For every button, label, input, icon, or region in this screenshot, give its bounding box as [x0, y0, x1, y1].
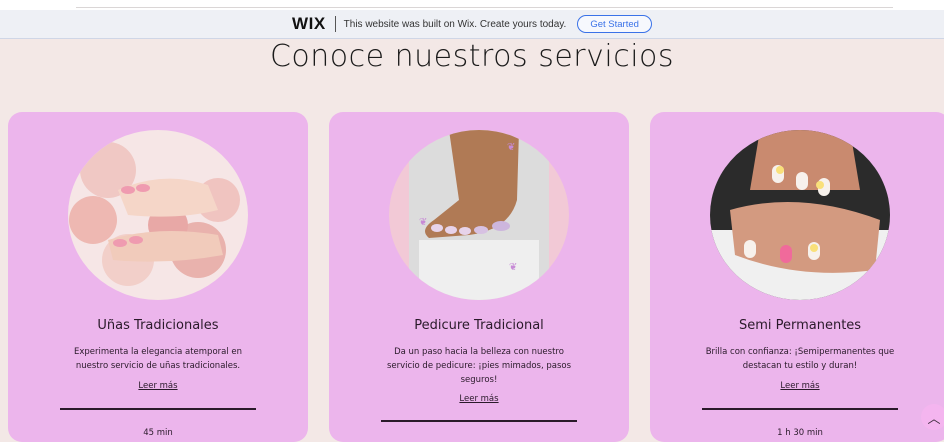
card-divider: [60, 408, 256, 410]
pedicure-photo: ❦ ❦ ❦: [389, 130, 569, 300]
svg-text:❦: ❦: [507, 142, 515, 153]
service-photo: [68, 130, 248, 300]
browser-top-strip: [0, 0, 944, 10]
service-duration: 45 min: [143, 428, 173, 438]
wix-banner-message: This website was built on Wix. Create yo…: [343, 18, 567, 30]
service-title: Semi Permanentes: [738, 318, 862, 333]
service-card-semi-permanentes: Semi Permanentes Brilla con confianza: ¡…: [650, 112, 944, 442]
chevron-up-icon[interactable]: ︿: [921, 404, 944, 430]
nail-art-photo: [710, 130, 890, 300]
wix-divider: [334, 16, 336, 32]
read-more-link[interactable]: Leer más: [329, 394, 629, 404]
card-divider: [381, 420, 577, 422]
read-more-link[interactable]: Leer más: [650, 381, 944, 391]
service-description: Brilla con confianza: ¡Semipermanentes q…: [705, 347, 895, 371]
service-card-pedicure-tradicional: ❦ ❦ ❦ Pedicure Tradicional Da un paso ha…: [329, 112, 629, 442]
card-divider: [702, 408, 898, 410]
section-title: Conoce nuestros servicios: [269, 39, 675, 74]
service-title: Uñas Tradicionales: [97, 318, 219, 333]
read-more-link[interactable]: Leer más: [8, 381, 308, 391]
roses-hands-photo: [68, 130, 248, 300]
service-title: Pedicure Tradicional: [414, 318, 544, 333]
svg-text:❦: ❦: [419, 217, 427, 228]
service-photo: ❦ ❦ ❦: [389, 130, 569, 300]
service-duration: 1 h 30 min: [777, 428, 823, 438]
top-strip-inner: [76, 0, 893, 8]
service-description: Da un paso hacia la belleza con nuestro …: [386, 347, 572, 385]
svg-text:❦: ❦: [509, 262, 517, 273]
service-photo: [710, 130, 890, 300]
service-card-unas-tradicionales: Uñas Tradicionales Experimenta la elegan…: [8, 112, 308, 442]
service-description: Experimenta la elegancia atemporal en nu…: [73, 347, 243, 371]
wix-logo[interactable]: WIX: [292, 14, 326, 34]
wix-banner: WIX This website was built on Wix. Creat…: [0, 10, 944, 39]
get-started-button[interactable]: Get Started: [577, 15, 652, 33]
